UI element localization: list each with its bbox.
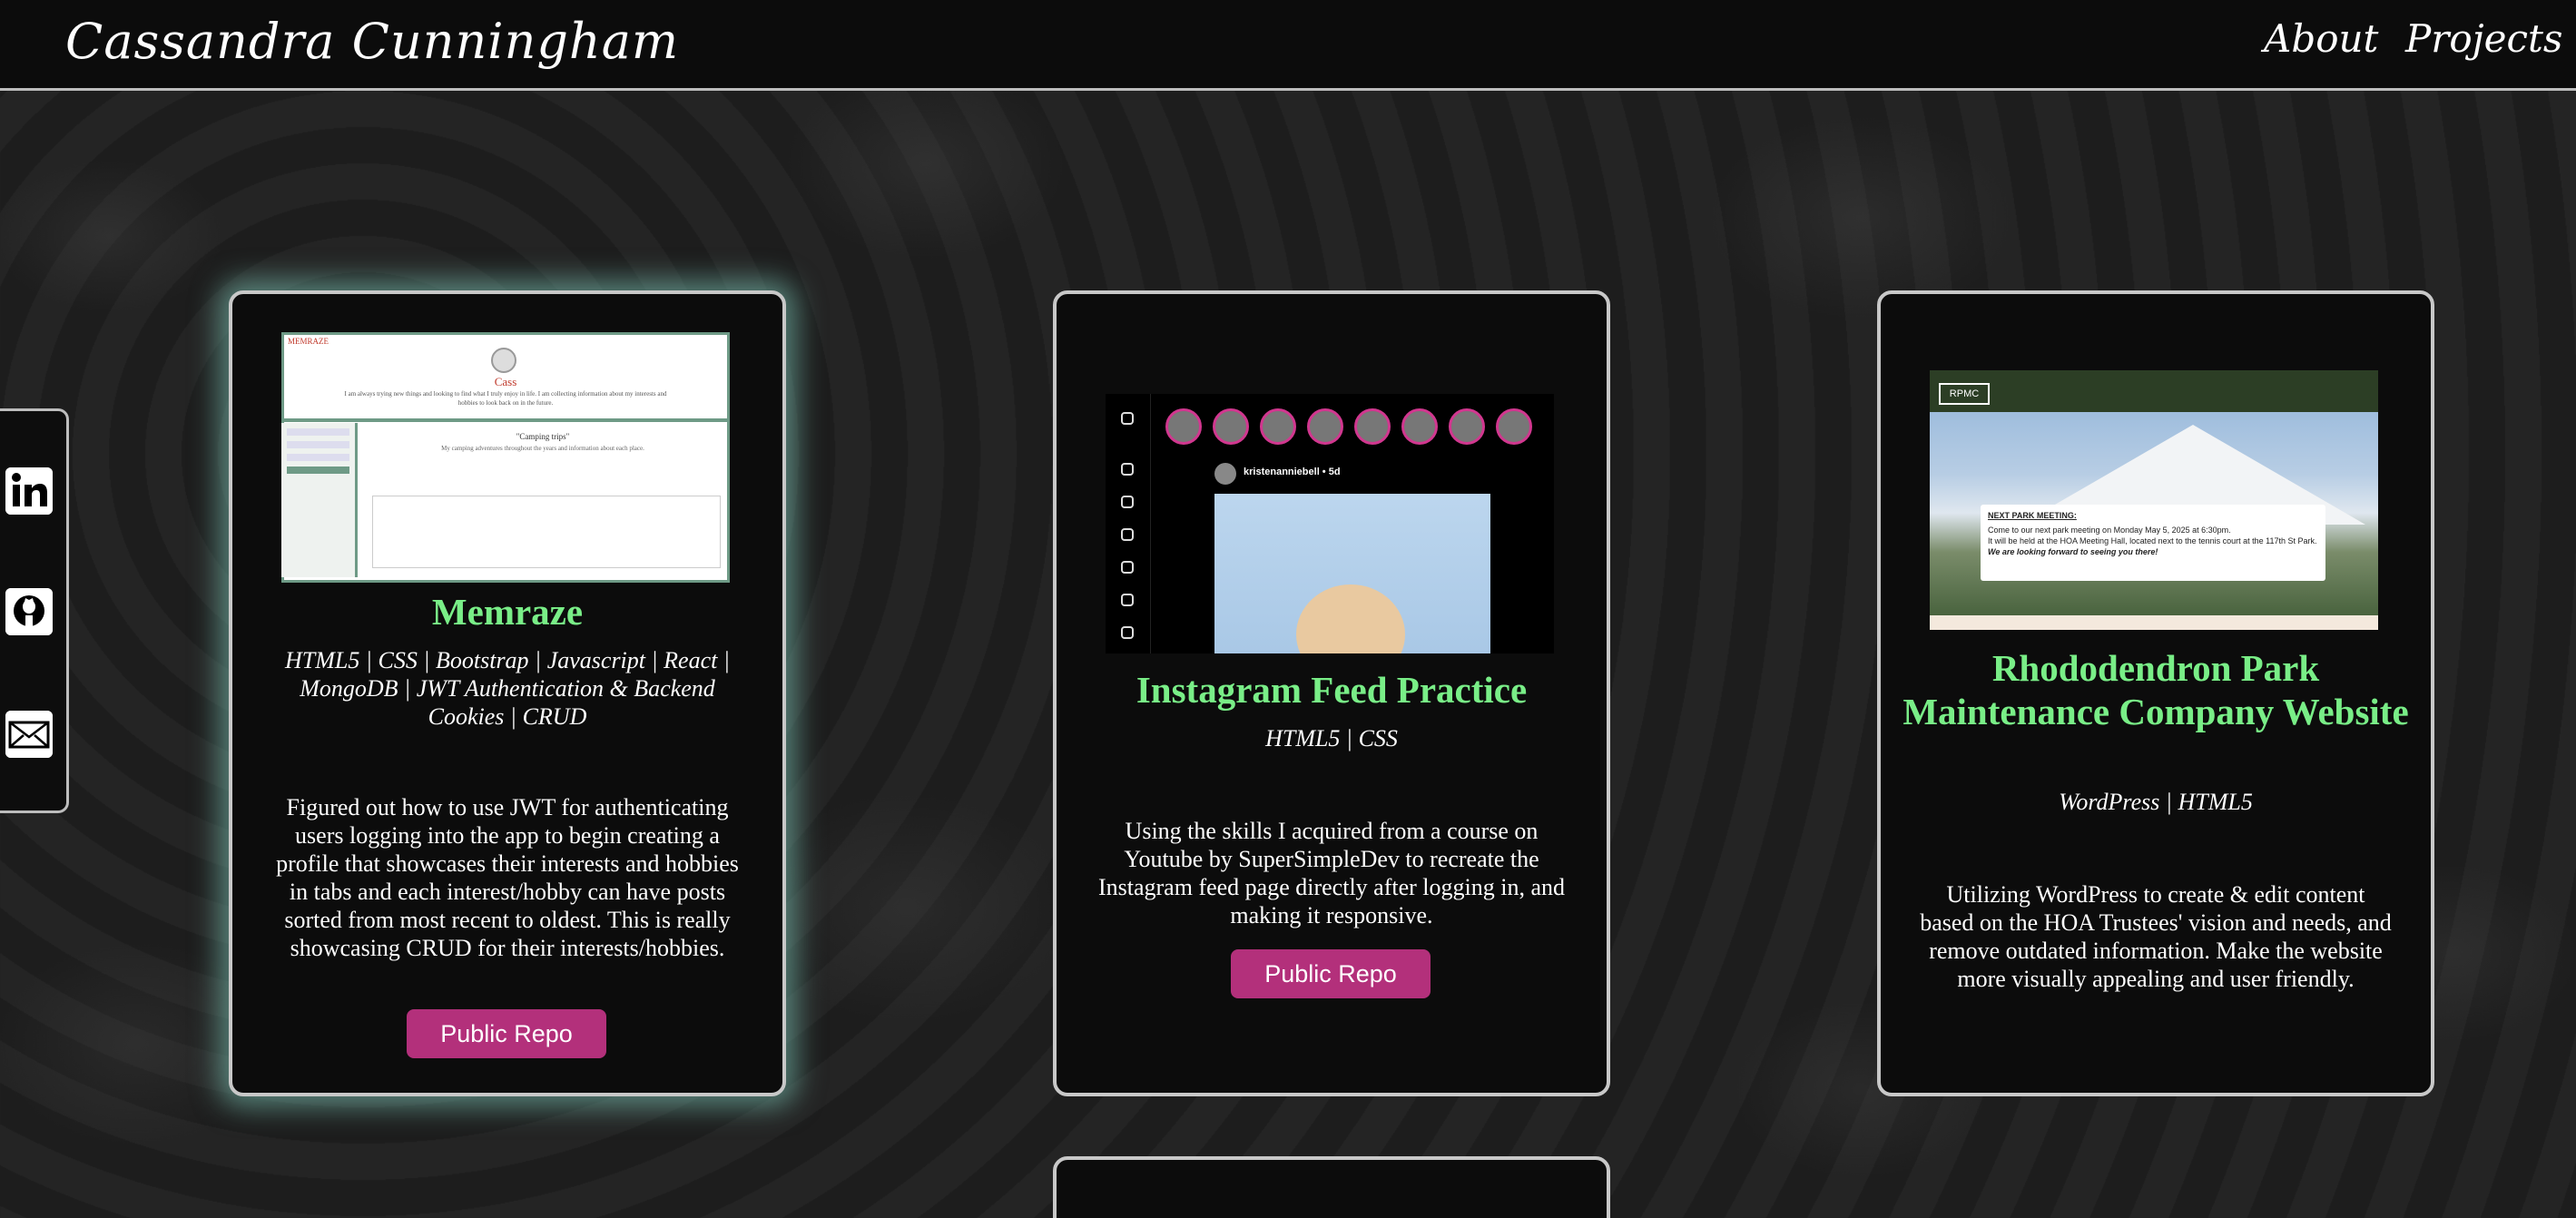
- project-description: Utilizing WordPress to create & edit con…: [1920, 881, 2392, 992]
- memraze-thumb-sidebar: [281, 423, 358, 577]
- nav-about-link[interactable]: About: [2264, 16, 2378, 61]
- email-icon[interactable]: [5, 711, 53, 758]
- project-description: Figured out how to use JWT for authentic…: [276, 794, 739, 961]
- project-tech: HTML5 | CSS | Bootstrap | Javascript | R…: [285, 647, 730, 730]
- site-brand[interactable]: Cassandra Cunningham: [65, 13, 679, 70]
- memraze-thumb-sub: My camping adventures throughout the yea…: [441, 445, 644, 452]
- project-title: Memraze: [431, 591, 584, 633]
- project-description: Using the skills I acquired from a cours…: [1097, 818, 1566, 928]
- project-title: Instagram Feed Practice: [1136, 669, 1528, 711]
- project-card-rhododendron: RPMC NEXT PARK MEETING: Come to our next…: [1877, 290, 2434, 1096]
- memraze-thumb-main: "Camping trips" My camping adventures th…: [365, 432, 721, 452]
- instagram-screenshot: kristenanniebell • 5d: [1106, 394, 1554, 653]
- memraze-thumb-name: Cass: [494, 375, 517, 388]
- rpmc-thumb-note-line: Come to our next park meeting on Monday …: [1988, 526, 2231, 535]
- memraze-thumb-heading: "Camping trips": [516, 432, 570, 441]
- memraze-thumb-logo: MEMRAZE: [288, 337, 329, 346]
- memraze-thumb-bio: I am always trying new things and lookin…: [344, 390, 667, 407]
- project-title: Rhododendron Park Maintenance Company We…: [1903, 647, 2409, 732]
- project-card-instagram: kristenanniebell • 5d Instagram Feed Pra…: [1053, 290, 1610, 1096]
- project-tech: WordPress | HTML5: [2059, 789, 2253, 815]
- rpmc-screenshot: RPMC NEXT PARK MEETING: Come to our next…: [1930, 370, 2378, 630]
- github-icon[interactable]: [5, 588, 53, 635]
- rpmc-thumb-note-line: It will be held at the HOA Meeting Hall,…: [1988, 536, 2317, 545]
- nav-projects-link[interactable]: Projects: [2405, 16, 2562, 61]
- public-repo-button[interactable]: Public Repo: [407, 1009, 606, 1058]
- project-tech: HTML5 | CSS: [1265, 725, 1398, 751]
- instagram-thumb-photo: [1214, 494, 1490, 653]
- avatar: [491, 348, 516, 373]
- instagram-thumb-user: kristenanniebell • 5d: [1244, 467, 1341, 477]
- rpmc-thumb-logo: RPMC: [1939, 383, 1990, 405]
- project-card-next: [1053, 1156, 1610, 1218]
- public-repo-button[interactable]: Public Repo: [1231, 949, 1431, 998]
- rpmc-thumb-note-title: NEXT PARK MEETING:: [1988, 511, 2077, 520]
- top-navbar: Cassandra Cunningham About Projects: [0, 0, 2576, 91]
- project-card-memraze: MEMRAZE Cass I am always trying new thin…: [229, 290, 786, 1096]
- rpmc-thumb-notice: NEXT PARK MEETING: Come to our next park…: [1981, 505, 2325, 581]
- linkedin-icon[interactable]: [5, 467, 53, 515]
- memraze-thumb-post: [372, 496, 721, 568]
- instagram-thumb-rail: [1106, 394, 1151, 653]
- memraze-screenshot: MEMRAZE Cass I am always trying new thin…: [281, 332, 730, 583]
- social-sidebar: [0, 408, 69, 813]
- rpmc-thumb-note-line: We are looking forward to seeing you the…: [1988, 547, 2158, 556]
